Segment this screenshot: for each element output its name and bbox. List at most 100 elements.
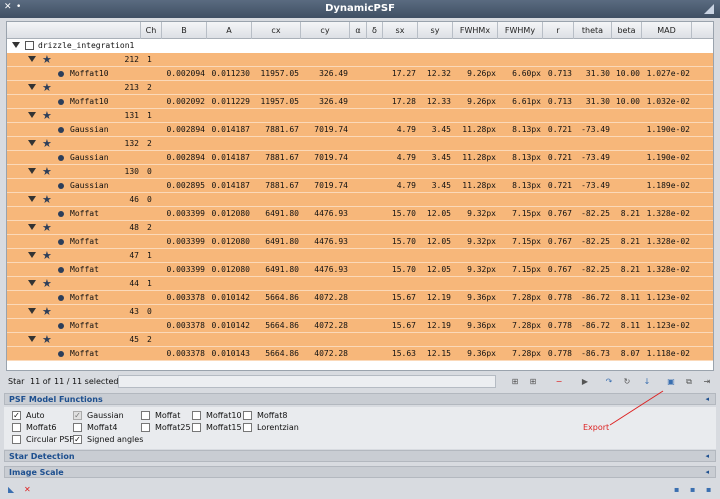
column-header[interactable]: r (543, 22, 574, 39)
psf-fit-row[interactable]: Moffat10 0.002092 0.011229 11957.05 326.49 17… (7, 95, 713, 109)
checkbox-box[interactable] (12, 435, 21, 444)
column-header[interactable]: FWHMx (453, 22, 498, 39)
column-header[interactable]: Ch (141, 22, 162, 39)
fit-value: 9.32px (467, 209, 496, 218)
star-channel: 0 (147, 167, 152, 176)
column-header[interactable]: cy (301, 22, 350, 39)
model-checkbox[interactable]: Lorentzian (243, 422, 303, 433)
checkbox-box[interactable]: ✓ (12, 411, 21, 420)
checkbox-box[interactable] (73, 423, 82, 432)
star-channel: 2 (147, 83, 152, 92)
close-panel-icon[interactable]: ✕ (24, 485, 31, 495)
fit-value: 0.778 (547, 293, 572, 302)
model-checkbox[interactable]: Moffat4 (73, 422, 133, 433)
fit-value: 0.003399 (166, 209, 205, 218)
checkbox-box[interactable] (141, 411, 150, 420)
checkbox-box[interactable] (192, 423, 201, 432)
section-image-scale[interactable]: Image Scale ◂ (4, 466, 716, 478)
help-icon[interactable]: ▪ (706, 485, 711, 495)
fit-value: 0.011230 (211, 69, 250, 78)
checkbox-box[interactable] (12, 423, 21, 432)
fit-value: 0.003378 (166, 349, 205, 358)
settings-icon[interactable]: ⇥ (700, 376, 714, 388)
first-star-icon[interactable]: ⊞ (508, 376, 522, 388)
star-row[interactable]: ★ 48 2 (7, 221, 713, 235)
star-row[interactable]: ★ 46 0 (7, 193, 713, 207)
star-row[interactable]: ★ 43 0 (7, 305, 713, 319)
checkbox-box[interactable] (243, 411, 252, 420)
column-header[interactable]: A (207, 22, 252, 39)
fit-value: 0.721 (547, 125, 572, 134)
column-header[interactable]: sy (418, 22, 453, 39)
collapse-icon[interactable]: ◂ (705, 395, 709, 403)
column-header[interactable]: MAD (642, 22, 692, 39)
star-row[interactable]: ★ 130 0 (7, 165, 713, 179)
tree-root-row[interactable]: drizzle_integration1 (7, 39, 713, 53)
fit-value (612, 151, 642, 165)
column-header[interactable]: theta (574, 22, 612, 39)
reset-icon[interactable]: ▪ (690, 485, 695, 495)
delete-star-icon[interactable]: − (552, 376, 566, 388)
star-row[interactable]: ★ 44 1 (7, 277, 713, 291)
column-header[interactable]: α (350, 22, 367, 39)
psf-fit-row[interactable]: Moffat 0.003378 0.010142 5664.86 4072.28 15.6… (7, 319, 713, 333)
column-header[interactable]: cx (252, 22, 301, 39)
fit-value: 6.61px (512, 97, 541, 106)
psf-fit-row[interactable]: Gaussian 0.002895 0.014187 7881.67 7019.74 4.… (7, 179, 713, 193)
column-header[interactable]: sx (383, 22, 418, 39)
browse-doc-icon[interactable]: ▪ (674, 485, 679, 495)
fit-value: 15.70 (391, 237, 416, 246)
sort-icon[interactable]: ↓ (640, 376, 654, 388)
export-icon[interactable]: ▣ (664, 376, 678, 388)
section-star-detection[interactable]: Star Detection ◂ (4, 450, 716, 462)
copy-icon[interactable]: ⧉ (682, 376, 696, 388)
psf-fit-row[interactable]: Moffat 0.003399 0.012080 6491.80 4476.93 15.7… (7, 207, 713, 221)
fit-value: 7019.74 (314, 153, 348, 162)
star-row[interactable]: ★ 47 1 (7, 249, 713, 263)
last-star-icon[interactable]: ▶ (578, 376, 592, 388)
redo-icon[interactable]: ↷ (602, 376, 616, 388)
fit-value: 9.36px (467, 293, 496, 302)
psf-function: Moffat10 (70, 69, 109, 78)
new-instance-icon[interactable]: ◣ (8, 485, 14, 495)
psf-fit-row[interactable]: Gaussian 0.002894 0.014187 7881.67 7019.74 4.… (7, 123, 713, 137)
refresh-icon[interactable]: ↻ (620, 376, 634, 388)
psf-fit-row[interactable]: Moffat 0.003378 0.010142 5664.86 4072.28 15.6… (7, 291, 713, 305)
model-checkbox[interactable]: Moffat6 (12, 422, 72, 433)
star-row[interactable]: ★ 45 2 (7, 333, 713, 347)
model-checkbox[interactable]: ✓ Auto (12, 410, 72, 421)
checkbox-box[interactable] (141, 423, 150, 432)
expand-icon[interactable]: ◂ (705, 468, 709, 476)
star-row[interactable]: ★ 131 1 (7, 109, 713, 123)
fit-value (367, 67, 383, 81)
psf-fit-row[interactable]: Moffat 0.003399 0.012080 6491.80 4476.93 15.7… (7, 235, 713, 249)
column-header[interactable]: B (162, 22, 207, 39)
fit-value: 8.13px (512, 181, 541, 190)
fit-value: 326.49 (319, 69, 348, 78)
psf-fit-row[interactable]: Gaussian 0.002894 0.014187 7881.67 7019.74 4.… (7, 151, 713, 165)
fit-value: -82.25 (581, 209, 610, 218)
model-checkbox[interactable]: Circular PSF (12, 434, 74, 445)
psf-fit-row[interactable]: Moffat10 0.002094 0.011230 11957.05 326.49 17… (7, 67, 713, 81)
star-row[interactable]: ★ 132 2 (7, 137, 713, 151)
psf-function: Moffat10 (70, 97, 109, 106)
checkbox-label: Auto (26, 411, 45, 420)
expand-icon[interactable]: ◂ (705, 452, 709, 460)
column-header[interactable]: FWHMy (498, 22, 543, 39)
psf-fit-row[interactable]: Moffat 0.003378 0.010143 5664.86 4072.28 15.6… (7, 347, 713, 361)
psf-fit-row[interactable]: Moffat 0.003399 0.012080 6491.80 4476.93 15.7… (7, 263, 713, 277)
fit-value: 15.67 (391, 293, 416, 302)
checkbox-box[interactable] (192, 411, 201, 420)
column-header[interactable] (7, 22, 141, 39)
column-header[interactable]: δ (367, 22, 383, 39)
model-checkbox[interactable]: Moffat8 (243, 410, 303, 421)
grid-icon[interactable]: ⊞ (526, 376, 540, 388)
model-checkbox[interactable]: ✓ Signed angles (73, 434, 143, 445)
expand-arrow-icon[interactable] (12, 42, 20, 48)
checkbox-box[interactable] (243, 423, 252, 432)
checkbox-box[interactable]: ✓ (73, 435, 82, 444)
star-row[interactable]: ★ 213 2 (7, 81, 713, 95)
star-row[interactable]: ★ 212 1 (7, 53, 713, 67)
column-header[interactable]: beta (612, 22, 642, 39)
bottom-bar: ◣ ✕ ▪ ▪ ▪ (0, 482, 720, 499)
